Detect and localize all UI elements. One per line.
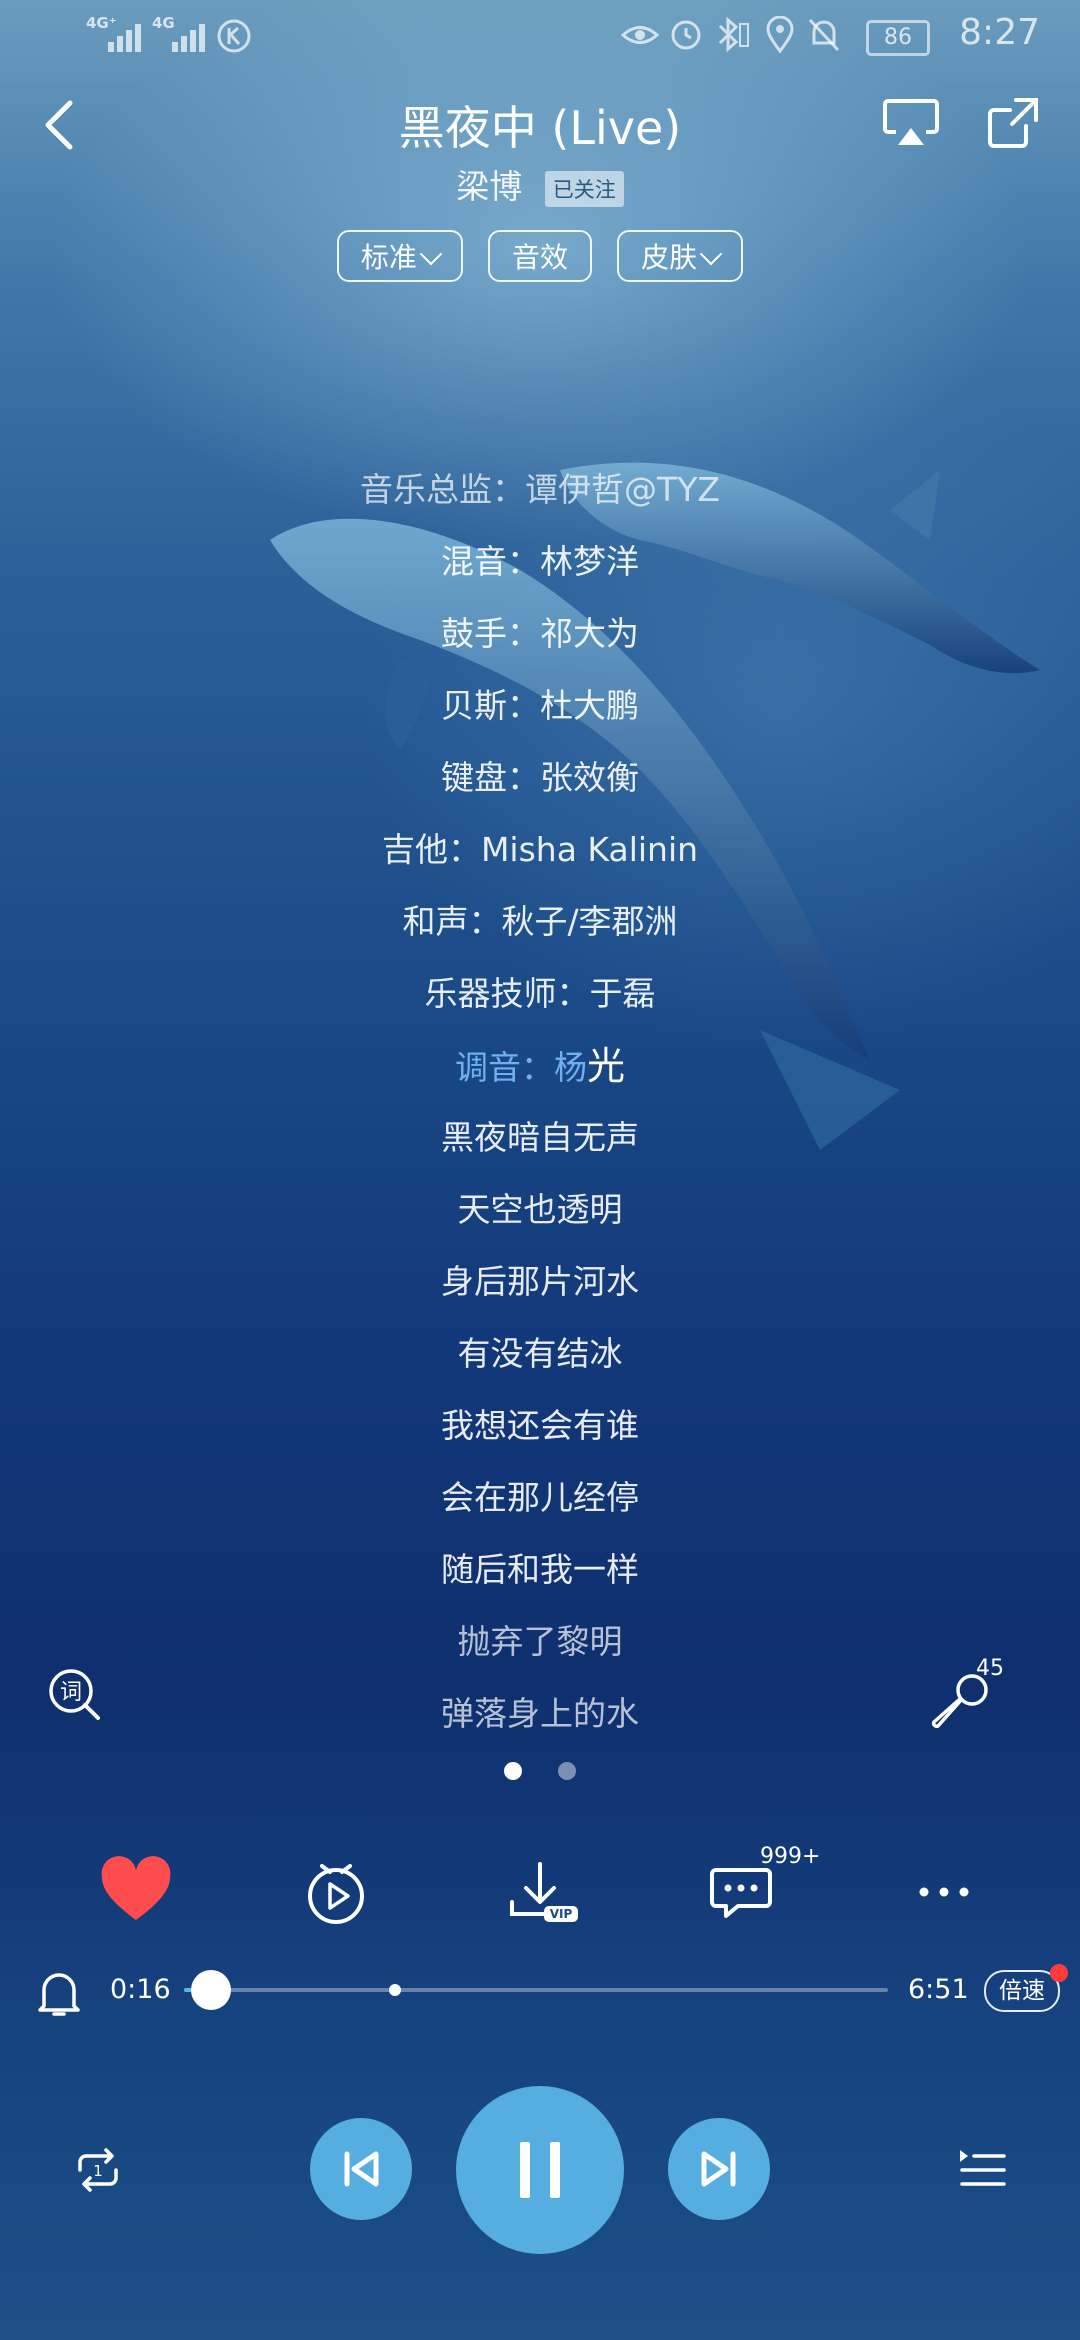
- comment-button[interactable]: 999+: [704, 1844, 820, 1932]
- clock: 8:27: [959, 12, 1040, 53]
- eye-icon: [620, 26, 660, 44]
- lyric-line: 贝斯：杜大鹏: [441, 686, 639, 725]
- skip-previous-icon: [344, 2151, 379, 2187]
- alarm-icon: [671, 20, 701, 50]
- lyric-line: 我想还会有谁: [441, 1406, 639, 1445]
- comment-count: 999+: [760, 1844, 821, 1869]
- playback-speed-button[interactable]: 倍速: [984, 1970, 1060, 2012]
- lyric-search-icon: 词: [49, 1669, 100, 1720]
- svg-text:VIP: VIP: [550, 1907, 573, 1921]
- svg-text:词: 词: [60, 1680, 82, 1705]
- progress-knob[interactable]: [191, 1970, 232, 2010]
- location-icon: [766, 16, 794, 54]
- share-icon[interactable]: [986, 96, 1040, 150]
- back-button[interactable]: [30, 95, 90, 155]
- video-icon[interactable]: [296, 1852, 376, 1932]
- lyrics-panel[interactable]: 音乐总监：谭伊哲@TYZ 混音：林梦洋 鼓手：祁大为 贝斯：杜大鹏 键盘：张效衡…: [0, 460, 1080, 1756]
- previous-button[interactable]: [310, 2118, 412, 2220]
- artist-name[interactable]: 梁博: [456, 167, 522, 206]
- lyric-line: 吉他：Misha Kalinin: [381, 830, 699, 869]
- lyric-search-button[interactable]: 词: [46, 1666, 102, 1722]
- bluetooth-icon: [718, 16, 749, 53]
- battery-indicator: 86: [866, 20, 930, 56]
- lyric-line: 鼓手：祁大为: [441, 614, 639, 653]
- progress-bar[interactable]: [184, 1970, 888, 2010]
- page-dot-active: [504, 1762, 523, 1780]
- k-app-icon: [217, 19, 251, 53]
- download-icon: VIP: [510, 1862, 578, 1922]
- more-icon[interactable]: [904, 1852, 984, 1932]
- lyric-line: 会在那儿经停: [441, 1478, 639, 1517]
- active-lyric-line: 调音：杨光: [454, 1044, 625, 1088]
- chevron-down-icon: [419, 242, 443, 266]
- artist-row: 梁博 已关注: [0, 160, 1080, 208]
- download-button[interactable]: VIP: [500, 1852, 580, 1932]
- svg-text:1: 1: [93, 2162, 103, 2180]
- alarm-bell-icon[interactable]: [36, 1966, 82, 2018]
- status-bar: 4G⁺ 4G 86 8:27: [0, 0, 1080, 70]
- current-time: 0:16: [110, 1974, 171, 2005]
- cast-icon[interactable]: [882, 98, 940, 148]
- repeat-button[interactable]: 1: [72, 2144, 124, 2196]
- lyric-line: 混音：林梦洋: [441, 542, 639, 581]
- option-pills: 标准 音效 皮肤: [0, 230, 1080, 282]
- repeat-one-icon: 1: [78, 2148, 118, 2192]
- lyric-line: 天空也透明: [457, 1190, 623, 1229]
- player-screen: 4G⁺ 4G 86 8:27 黑夜中 (Live) 梁博 已关注 标准 音效 皮…: [0, 0, 1080, 2340]
- playlist-icon[interactable]: [956, 2146, 1008, 2194]
- sound-effect-button[interactable]: 音效: [487, 230, 592, 282]
- song-title: 黑夜中 (Live): [398, 101, 682, 155]
- lyric-line: 弹落身上的水: [441, 1694, 639, 1733]
- total-time: 6:51: [908, 1974, 969, 2005]
- karaoke-count: 45: [976, 1656, 1004, 1681]
- lyric-line: 随后和我一样: [441, 1550, 639, 1589]
- follow-button[interactable]: 已关注: [544, 170, 624, 207]
- lyric-line: 有没有结冰: [457, 1334, 623, 1373]
- pause-button[interactable]: [456, 2086, 624, 2254]
- signal-1-icon: 4G⁺: [86, 14, 146, 52]
- pause-icon: [520, 2142, 560, 2198]
- mute-bell-icon: [808, 18, 840, 52]
- lyric-line: 抛弃了黎明: [457, 1622, 623, 1661]
- lyric-line: 键盘：张效衡: [441, 758, 639, 797]
- lyric-line: 和声：秋子/李郡洲: [402, 902, 678, 941]
- lyric-line: 黑夜暗自无声: [441, 1118, 639, 1157]
- lyric-line: 身后那片河水: [441, 1262, 639, 1301]
- chevron-down-icon: [699, 242, 723, 266]
- lyric-line: 音乐总监：谭伊哲@TYZ: [360, 470, 720, 509]
- skin-dropdown[interactable]: 皮肤: [617, 230, 744, 282]
- action-row: VIP 999+: [0, 1844, 1080, 1932]
- skip-next-icon: [701, 2151, 736, 2187]
- heart-icon[interactable]: [96, 1852, 176, 1932]
- signal-2-icon: 4G: [152, 14, 212, 52]
- next-button[interactable]: [668, 2118, 770, 2220]
- lyric-line: 乐器技师：于磊: [424, 974, 656, 1013]
- notification-dot: [1050, 1964, 1068, 1982]
- quality-dropdown[interactable]: 标准: [336, 230, 463, 282]
- page-indicator: [0, 1762, 1080, 1784]
- page-dot: [557, 1762, 576, 1780]
- buffer-marker: [389, 1984, 402, 1996]
